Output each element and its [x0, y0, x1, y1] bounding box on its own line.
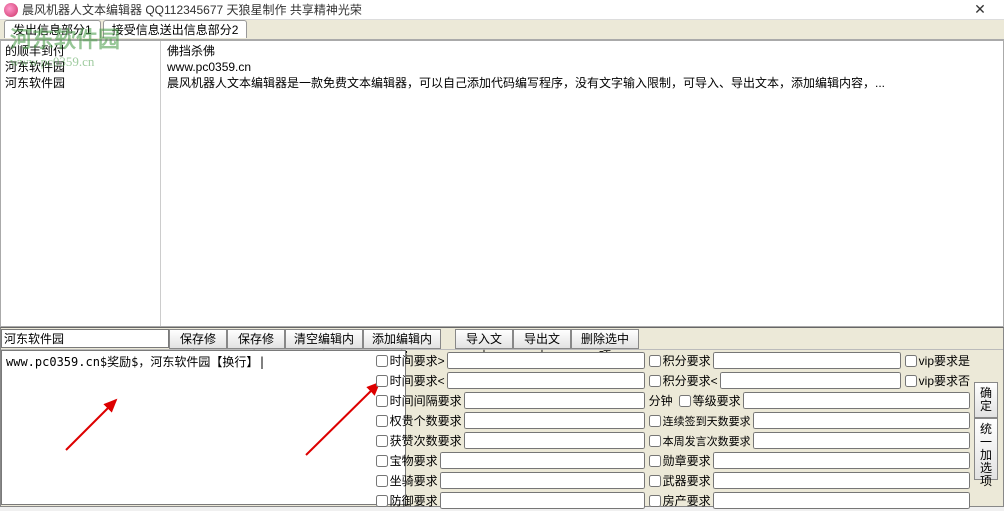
defense-check[interactable]: [376, 495, 388, 507]
delete-selected-button[interactable]: 删除选中项: [571, 329, 639, 349]
interval-input[interactable]: [464, 392, 645, 409]
treasure-input[interactable]: [440, 452, 645, 469]
noble-count-check[interactable]: [376, 415, 388, 427]
list-item[interactable]: 的顺丰到付: [5, 43, 156, 59]
week-msg-check[interactable]: [649, 435, 661, 447]
house-check[interactable]: [649, 495, 661, 507]
editor-col: [1, 350, 151, 505]
save2-button[interactable]: 保存修改2: [227, 329, 285, 349]
name-input[interactable]: [1, 329, 169, 348]
confirm-button[interactable]: 确定: [974, 382, 998, 418]
content-line: 佛挡杀佛: [167, 43, 999, 59]
medal-check[interactable]: [649, 455, 661, 467]
score-lt-check[interactable]: [649, 375, 661, 387]
lower-panel: 保存修改！ 保存修改2 清空编辑内容 添加编辑内容 导入文本 导出文本 删除选中…: [0, 327, 1004, 507]
level-input[interactable]: [743, 392, 970, 409]
score-req-input[interactable]: [713, 352, 901, 369]
score-req-check[interactable]: [649, 355, 661, 367]
checkin-input[interactable]: [753, 412, 970, 429]
level-check[interactable]: [679, 395, 691, 407]
tabs-row: 发出信息部分1 接受信息送出信息部分2: [0, 20, 1004, 40]
add-edit-button[interactable]: 添加编辑内容: [363, 329, 441, 349]
requirement-options: 时间要求> 积分要求vip要求是 确定 统一加选项 时间要求< 积分要求<vip…: [373, 350, 1003, 505]
likes-check[interactable]: [376, 435, 388, 447]
bottom-area: 添加奖励 添加换行 增加一行 生物要求元 5 禁言随机 -- 添加宝物要求 奖励…: [1, 350, 1003, 505]
weapon-input[interactable]: [713, 472, 970, 489]
mount-check[interactable]: [376, 475, 388, 487]
noble-count-input[interactable]: [464, 412, 645, 429]
treasure-check[interactable]: [376, 455, 388, 467]
upper-panel: 的顺丰到付 河东软件园 河东软件园 佛挡杀佛 www.pc0359.cn 晨风机…: [0, 40, 1004, 327]
close-icon[interactable]: ✕: [960, 1, 1000, 18]
time-lt-input[interactable]: [447, 372, 645, 389]
time-lt-check[interactable]: [376, 375, 388, 387]
checkin-check[interactable]: [649, 415, 661, 427]
medal-input[interactable]: [713, 452, 970, 469]
mount-input[interactable]: [440, 472, 645, 489]
app-icon: [4, 3, 18, 17]
vip-yes-check[interactable]: [905, 355, 917, 367]
content-line: www.pc0359.cn: [167, 59, 999, 75]
time-gt-input[interactable]: [447, 352, 645, 369]
left-list[interactable]: 的顺丰到付 河东软件园 河东软件园: [1, 41, 161, 326]
window-title: 晨风机器人文本编辑器 QQ112345677 天狼星制作 共享精神光荣: [22, 1, 960, 18]
likes-input[interactable]: [464, 432, 645, 449]
list-item[interactable]: 河东软件园: [5, 59, 156, 75]
tab-receive-part2[interactable]: 接受信息送出信息部分2: [103, 20, 248, 38]
score-lt-input[interactable]: [720, 372, 901, 389]
tab-send-part1[interactable]: 发出信息部分1: [4, 20, 101, 38]
export-button[interactable]: 导出文本: [513, 329, 571, 349]
time-gt-check[interactable]: [376, 355, 388, 367]
toolbar: 保存修改！ 保存修改2 清空编辑内容 添加编辑内容 导入文本 导出文本 删除选中…: [1, 328, 1003, 350]
house-input[interactable]: [713, 492, 970, 509]
editor-textarea[interactable]: [1, 350, 406, 505]
save1-button[interactable]: 保存修改！: [169, 329, 227, 349]
defense-input[interactable]: [440, 492, 645, 509]
weapon-check[interactable]: [649, 475, 661, 487]
unify-add-button[interactable]: 统一加选项: [974, 418, 998, 480]
clear-button[interactable]: 清空编辑内容: [285, 329, 363, 349]
right-content: 佛挡杀佛 www.pc0359.cn 晨风机器人文本编辑器是一款免费文本编辑器，…: [163, 41, 1003, 326]
list-item[interactable]: 河东软件园: [5, 75, 156, 91]
interval-check[interactable]: [376, 395, 388, 407]
content-line: 晨风机器人文本编辑器是一款免费文本编辑器，可以自己添加代码编写程序，没有文字输入…: [167, 75, 999, 91]
week-msg-input[interactable]: [753, 432, 970, 449]
vip-no-check[interactable]: [905, 375, 917, 387]
import-button[interactable]: 导入文本: [455, 329, 513, 349]
